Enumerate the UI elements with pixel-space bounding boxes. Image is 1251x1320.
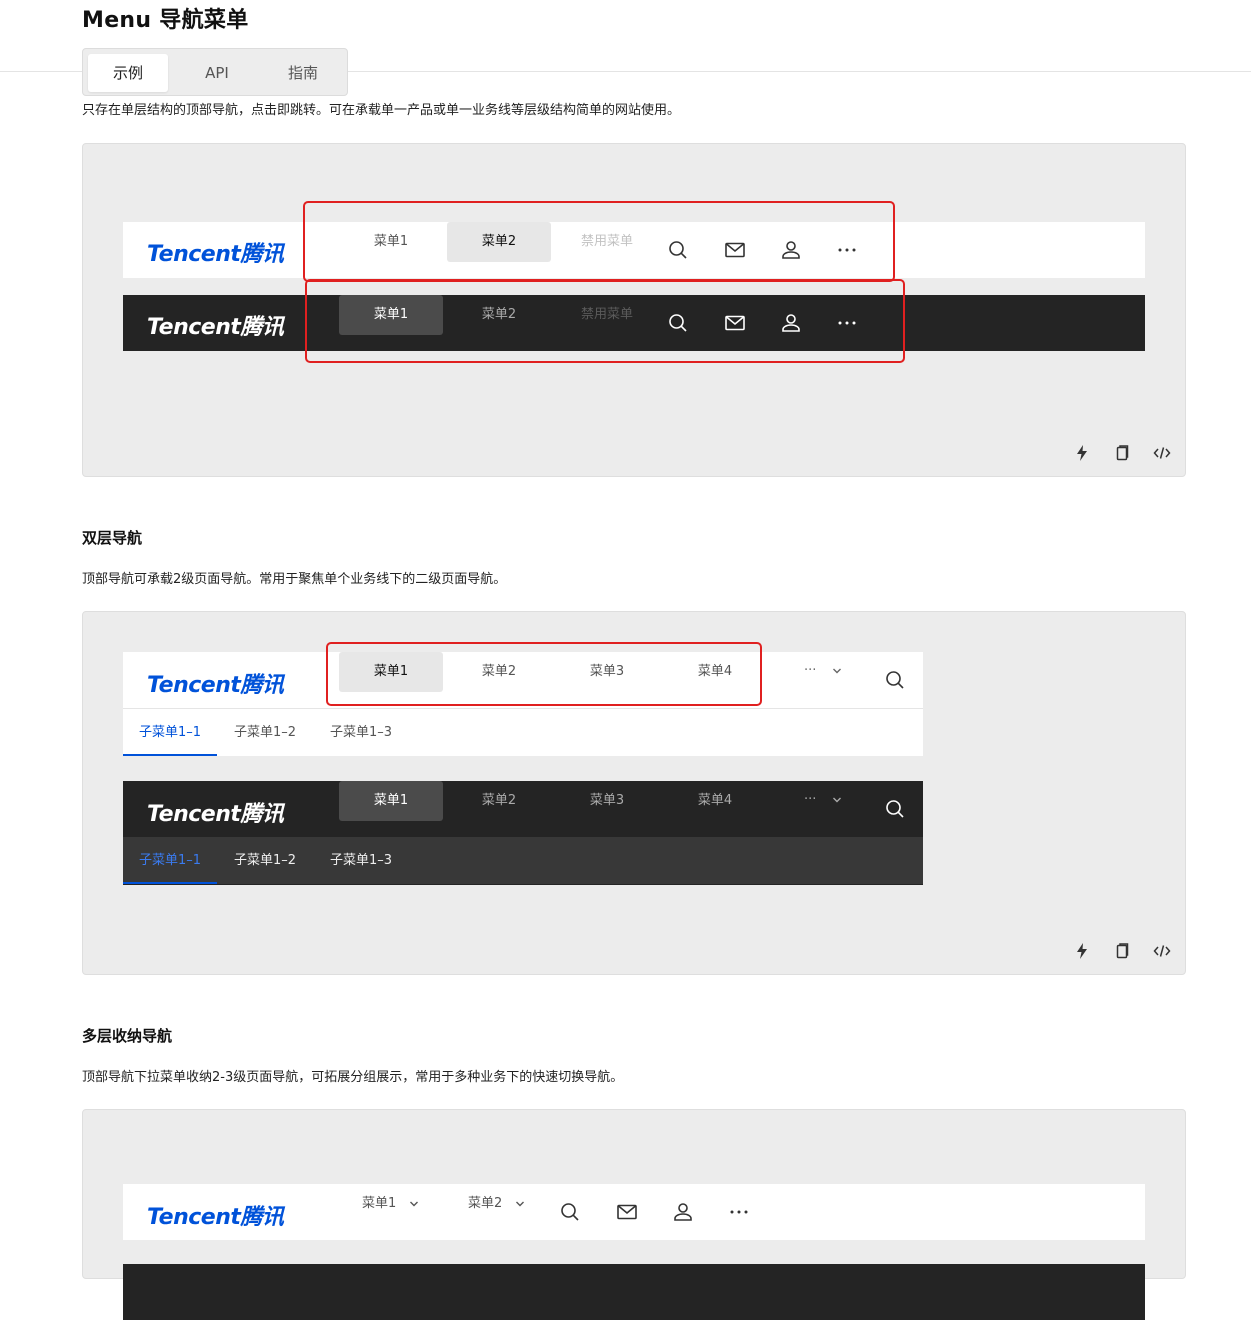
menu-item-1-label: 菜单1 bbox=[362, 1196, 397, 1211]
code-icon[interactable] bbox=[1152, 941, 1172, 961]
page-title: Menu 导航菜单 bbox=[82, 8, 249, 33]
more-dropdown[interactable]: ··· bbox=[804, 792, 843, 807]
section3-description: 顶部导航下拉菜单收纳2-3级页面导航，可拓展分组展示，常用于多种业务下的快速切换… bbox=[82, 1070, 624, 1085]
logo[interactable]: Tencent腾讯 bbox=[147, 796, 284, 828]
user-icon[interactable] bbox=[671, 1200, 695, 1224]
demo-multi-layer: Tencent腾讯 菜单1 菜单2 bbox=[82, 1109, 1186, 1320]
run-icon[interactable] bbox=[1072, 443, 1092, 463]
logo[interactable]: Tencent腾讯 bbox=[147, 1199, 284, 1231]
more-icon[interactable] bbox=[727, 1200, 751, 1224]
copy-icon[interactable] bbox=[1112, 941, 1132, 961]
sub-menu-item-1-2[interactable]: 子菜单1–2 bbox=[225, 709, 305, 756]
nav-bar-dark bbox=[123, 1264, 1145, 1320]
sub-menu-item-1-3[interactable]: 子菜单1–3 bbox=[321, 837, 401, 884]
tab-examples[interactable]: 示例 bbox=[88, 54, 168, 92]
menu-dropdown-1[interactable]: 菜单1 bbox=[362, 1184, 420, 1224]
menu-item-1[interactable]: 菜单1 bbox=[339, 781, 443, 821]
logo[interactable]: Tencent腾讯 bbox=[147, 309, 284, 341]
mail-icon[interactable] bbox=[615, 1200, 639, 1224]
sub-menu-bar: 子菜单1–1 子菜单1–2 子菜单1–3 bbox=[123, 837, 923, 884]
menu-dropdown-2[interactable]: 菜单2 bbox=[468, 1184, 526, 1224]
logo[interactable]: Tencent腾讯 bbox=[147, 667, 284, 699]
sub-menu-item-1-1[interactable]: 子菜单1–1 bbox=[123, 837, 217, 884]
doc-tabs: 示例 API 指南 bbox=[82, 48, 348, 96]
section2-description: 顶部导航可承载2级页面导航。常用于聚焦单个业务线下的二级页面导航。 bbox=[82, 572, 507, 587]
chevron-down-icon bbox=[832, 797, 841, 802]
highlight-box bbox=[326, 642, 762, 706]
run-icon[interactable] bbox=[1072, 941, 1092, 961]
sub-menu-bar: 子菜单1–1 子菜单1–2 子菜单1–3 bbox=[123, 708, 923, 756]
more-label: ··· bbox=[804, 792, 817, 807]
menu-item-4[interactable]: 菜单4 bbox=[663, 781, 767, 821]
more-label: ··· bbox=[804, 663, 817, 678]
logo[interactable]: Tencent腾讯 bbox=[147, 236, 284, 268]
chevron-down-icon bbox=[832, 668, 841, 673]
copy-icon[interactable] bbox=[1112, 443, 1132, 463]
tab-guide[interactable]: 指南 bbox=[263, 54, 343, 92]
code-icon[interactable] bbox=[1152, 443, 1172, 463]
nav-bar-light: Tencent腾讯 菜单1 菜单2 bbox=[123, 1184, 1145, 1240]
chevron-down-icon bbox=[516, 1201, 525, 1206]
sub-menu-item-1-1[interactable]: 子菜单1–1 bbox=[123, 709, 217, 756]
section1-description: 只存在单层结构的顶部导航，点击即跳转。可在承载单一产品或单一业务线等层级结构简单… bbox=[82, 103, 681, 118]
tab-api[interactable]: API bbox=[177, 54, 257, 92]
highlight-box bbox=[303, 201, 895, 282]
sub-menu-item-1-3[interactable]: 子菜单1–3 bbox=[321, 709, 401, 756]
search-icon[interactable] bbox=[883, 668, 907, 692]
nav-bar-dark: Tencent腾讯 菜单1 菜单2 菜单3 菜单4 ··· 子菜单1–1 子菜单… bbox=[123, 781, 923, 885]
search-icon[interactable] bbox=[883, 797, 907, 821]
menu-item-2[interactable]: 菜单2 bbox=[447, 781, 551, 821]
more-dropdown[interactable]: ··· bbox=[804, 663, 843, 678]
highlight-box bbox=[305, 279, 905, 363]
menu-item-3[interactable]: 菜单3 bbox=[555, 781, 659, 821]
search-icon[interactable] bbox=[558, 1200, 582, 1224]
section2-title: 双层导航 bbox=[82, 529, 143, 547]
chevron-down-icon bbox=[410, 1201, 419, 1206]
section3-title: 多层收纳导航 bbox=[82, 1027, 173, 1045]
menu-item-2-label: 菜单2 bbox=[468, 1196, 503, 1211]
sub-menu-item-1-2[interactable]: 子菜单1–2 bbox=[225, 837, 305, 884]
